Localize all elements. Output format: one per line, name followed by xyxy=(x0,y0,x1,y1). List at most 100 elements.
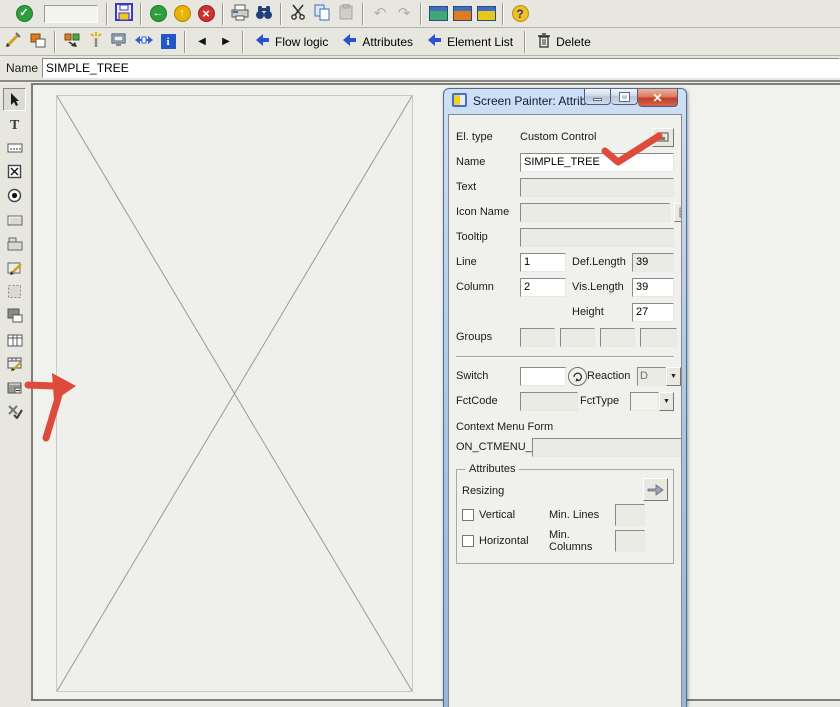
element-list-button[interactable]: Element List xyxy=(420,31,520,53)
layout-editor-button[interactable] xyxy=(26,31,50,53)
resizing-label: Resizing xyxy=(462,485,504,497)
layout-canvas[interactable] xyxy=(31,83,840,701)
custom-control-placeholder[interactable] xyxy=(56,95,413,692)
flow-logic-button[interactable]: Flow logic xyxy=(248,31,335,53)
subscreen-tool[interactable] xyxy=(3,256,26,279)
paste-button[interactable] xyxy=(334,3,358,25)
command-field[interactable] xyxy=(44,5,98,23)
session-button-1[interactable] xyxy=(426,3,450,25)
radio-button-tool[interactable] xyxy=(3,184,26,207)
separator xyxy=(54,31,56,53)
dialog-body: El. type Custom Control Name Text Icon N… xyxy=(448,114,682,707)
text-icon: T xyxy=(7,116,22,131)
window-controls: ✕ xyxy=(584,89,678,107)
pushbutton-tool[interactable] xyxy=(3,208,26,231)
blue-left-arrow-icon xyxy=(255,33,270,50)
fct-code-label: FctCode xyxy=(456,395,520,407)
svg-text:T: T xyxy=(10,118,20,131)
up-button[interactable]: ↑ xyxy=(170,3,194,25)
text-field-input xyxy=(520,178,674,197)
minimize-button[interactable] xyxy=(584,89,611,105)
undo-button[interactable]: ↶ xyxy=(368,3,392,25)
maximize-button[interactable] xyxy=(611,89,638,105)
dialog-titlebar[interactable]: Screen Painter: Attributes ✕ xyxy=(444,89,686,113)
tool-palette: T xyxy=(0,83,31,707)
pushbutton-icon xyxy=(7,213,23,227)
pencil-icon xyxy=(5,32,23,51)
status-icon-tool[interactable] xyxy=(3,400,26,423)
delete-button[interactable]: Delete xyxy=(530,31,598,53)
def-length-input xyxy=(632,253,674,272)
screens-button[interactable] xyxy=(108,31,132,53)
blue-left-arrow-icon xyxy=(342,33,357,50)
session-button-2[interactable] xyxy=(450,3,474,25)
icon-name-input xyxy=(520,203,670,222)
column-input[interactable] xyxy=(520,278,566,297)
checkbox-tool[interactable] xyxy=(3,160,26,183)
cut-button[interactable] xyxy=(286,3,310,25)
redo-icon: ↷ xyxy=(398,6,411,21)
fct-type-dropdown[interactable]: ▼ xyxy=(630,392,674,411)
separator xyxy=(524,31,526,53)
next-screen-button[interactable]: ▶ xyxy=(214,31,238,53)
info-icon: i xyxy=(161,34,176,49)
exit-button[interactable]: × xyxy=(194,3,218,25)
vertical-resizing-checkbox[interactable] xyxy=(462,509,474,521)
undo-icon: ↶ xyxy=(374,6,387,21)
toggle-edit-button[interactable] xyxy=(2,31,26,53)
tooltip-input xyxy=(520,228,674,247)
cancel-x-icon: × xyxy=(198,5,215,22)
tabstrip-tool[interactable] xyxy=(3,352,26,375)
pointer-tool[interactable] xyxy=(3,88,26,111)
paste-icon xyxy=(338,4,354,24)
layout-icon xyxy=(30,32,47,51)
horizontal-resizing-checkbox[interactable] xyxy=(462,535,474,547)
custom-control-tool[interactable] xyxy=(3,376,26,399)
subscreen-area-tool[interactable] xyxy=(3,304,26,327)
attributes-label: Attributes xyxy=(362,35,413,49)
name-bar-label: Name xyxy=(6,61,42,75)
element-name-input[interactable] xyxy=(42,58,840,78)
redo-button[interactable]: ↷ xyxy=(392,3,416,25)
move-button[interactable] xyxy=(132,31,156,53)
switch-select-button[interactable] xyxy=(568,367,587,386)
text-tool[interactable]: T xyxy=(3,112,26,135)
height-input[interactable] xyxy=(632,303,674,322)
pointer-icon xyxy=(7,92,22,107)
frame-tool[interactable] xyxy=(3,280,26,303)
create-element-button[interactable] xyxy=(84,31,108,53)
session-button-3[interactable] xyxy=(474,3,498,25)
close-button[interactable]: ✕ xyxy=(638,89,678,107)
separator xyxy=(362,3,364,25)
prev-screen-button[interactable]: ◀ xyxy=(190,31,214,53)
fct-type-label: FctType xyxy=(580,395,630,407)
prev-arrow-icon: ◀ xyxy=(198,36,206,47)
min-columns-label: Min. Columns xyxy=(549,529,615,553)
blue-left-arrow-icon xyxy=(427,33,442,50)
enter-check-icon: ✓ xyxy=(16,5,33,22)
overlapping-rects-icon xyxy=(7,308,23,323)
print-button[interactable] xyxy=(228,3,252,25)
box-tool[interactable] xyxy=(3,232,26,255)
help-button[interactable]: ? xyxy=(508,3,532,25)
info-button[interactable]: i xyxy=(156,31,180,53)
input-field-icon xyxy=(7,141,23,155)
find-button[interactable] xyxy=(252,3,276,25)
back-button[interactable]: ← xyxy=(146,3,170,25)
save-button[interactable] xyxy=(112,3,136,25)
element-palette-button[interactable] xyxy=(60,31,84,53)
copy-button[interactable] xyxy=(310,3,334,25)
name-field-input[interactable] xyxy=(520,153,674,172)
attributes-button[interactable]: Attributes xyxy=(335,31,420,53)
line-input[interactable] xyxy=(520,253,566,272)
fct-type-dropdown-arrow-icon[interactable]: ▼ xyxy=(659,392,674,411)
groups-field-2 xyxy=(560,328,595,347)
reaction-dropdown-arrow-icon[interactable]: ▼ xyxy=(666,367,681,386)
icon-browse-button[interactable] xyxy=(674,203,682,222)
vis-length-input[interactable] xyxy=(632,278,674,297)
table-control-tool[interactable] xyxy=(3,328,26,351)
input-field-tool[interactable] xyxy=(3,136,26,159)
el-type-detail-button[interactable] xyxy=(652,128,674,147)
enter-button[interactable]: ✓ xyxy=(12,3,36,25)
switch-input[interactable] xyxy=(520,367,566,386)
